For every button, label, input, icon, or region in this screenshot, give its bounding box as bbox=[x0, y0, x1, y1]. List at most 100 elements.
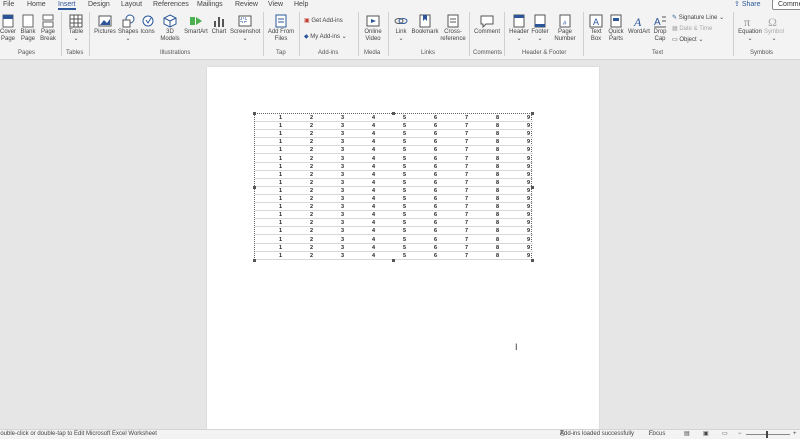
date-time-button[interactable]: ▦ Date & Time bbox=[672, 26, 712, 33]
bookmark-button[interactable]: Bookmark bbox=[411, 14, 439, 36]
tab-file[interactable]: File bbox=[3, 0, 14, 10]
pictures-button[interactable]: Pictures bbox=[93, 14, 117, 36]
object-button[interactable]: ▭ Object ⌄ bbox=[672, 37, 703, 44]
chevron-down-icon: ⌄ bbox=[125, 36, 131, 42]
table-cell: 3 bbox=[341, 131, 345, 138]
tab-insert[interactable]: Insert bbox=[58, 0, 76, 10]
embedded-excel-worksheet[interactable]: 1 2 3 4 5 6 7 8 9 1 2 3 4 5 6 7 8 9 1 2 3 4 5 6 7 8 9 1 2 3 4 5 6 7 8 9 1 2 3 4… bbox=[253, 112, 534, 262]
shapes-button[interactable]: Shapes ⌄ bbox=[118, 14, 138, 43]
footer-button[interactable]: Footer ⌄ bbox=[530, 14, 550, 43]
resize-handle[interactable] bbox=[392, 259, 395, 262]
wordart-button[interactable]: A WordArt bbox=[627, 14, 651, 36]
table-cell: 6 bbox=[434, 179, 438, 186]
share-button[interactable]: ⇪ Share bbox=[734, 0, 761, 10]
tab-home[interactable]: Home bbox=[27, 0, 46, 10]
tab-review[interactable]: Review bbox=[235, 0, 258, 10]
my-addins-button[interactable]: ◆ My Add-ins ⌄ bbox=[304, 34, 347, 41]
comment-button[interactable]: Comment bbox=[472, 14, 502, 36]
smartart-button[interactable]: SmartArt bbox=[184, 14, 208, 36]
get-addins-button[interactable]: ▣ Get Add-ins bbox=[304, 18, 343, 25]
tab-layout[interactable]: Layout bbox=[121, 0, 142, 10]
header-button[interactable]: Header ⌄ bbox=[508, 14, 530, 43]
web-layout-icon[interactable]: ▭ bbox=[722, 430, 728, 439]
comments-button[interactable]: Comme bbox=[772, 0, 800, 10]
table-cell: 4 bbox=[372, 179, 376, 186]
link-button[interactable]: Link ⌄ bbox=[392, 14, 410, 43]
table-cell: 3 bbox=[341, 123, 345, 130]
table-row: 1 2 3 4 5 6 7 8 9 bbox=[255, 227, 533, 236]
zoom-slider-thumb[interactable] bbox=[766, 431, 768, 438]
resize-handle[interactable] bbox=[253, 186, 256, 189]
table-row: 1 2 3 4 5 6 7 8 9 bbox=[255, 187, 533, 195]
table-cell: 2 bbox=[310, 196, 314, 202]
resize-handle[interactable] bbox=[531, 259, 534, 262]
table-cell: 9 bbox=[527, 155, 531, 162]
screenshot-button[interactable]: Screenshot ⌄ bbox=[230, 14, 260, 43]
table-cell: 3 bbox=[341, 252, 345, 259]
drop-cap-button[interactable]: A Drop Cap bbox=[651, 14, 669, 43]
text-box-button[interactable]: A Text Box bbox=[587, 14, 605, 43]
cube-icon bbox=[163, 14, 177, 28]
resize-handle[interactable] bbox=[392, 112, 395, 115]
tab-design[interactable]: Design bbox=[88, 0, 110, 10]
smartart-icon bbox=[190, 17, 202, 25]
online-video-button[interactable]: Online Video bbox=[362, 14, 384, 43]
table-cell: 7 bbox=[465, 220, 469, 227]
page-break-button[interactable]: Page Break bbox=[40, 14, 56, 43]
table-cell: 2 bbox=[310, 187, 314, 194]
table-cell: 5 bbox=[403, 196, 407, 202]
table-cell: 4 bbox=[372, 147, 376, 154]
resize-handle[interactable] bbox=[531, 186, 534, 189]
share-label: Share bbox=[741, 1, 761, 8]
chart-button[interactable]: Chart bbox=[210, 14, 228, 36]
equation-button[interactable]: π Equation ⌄ bbox=[737, 14, 763, 43]
online-label: Online bbox=[364, 29, 382, 35]
zoom-out-button[interactable]: − bbox=[738, 430, 742, 439]
table-button[interactable]: Table ⌄ bbox=[67, 14, 85, 43]
document-page[interactable]: 1 2 3 4 5 6 7 8 9 1 2 3 4 5 6 7 8 9 1 2 3 4 5 6 7 8 9 1 2 3 4 5 6 7 8 9 1 2 3 4… bbox=[207, 67, 599, 429]
table-cell: 5 bbox=[403, 187, 407, 194]
zoom-in-button[interactable]: + bbox=[793, 430, 797, 439]
table-row: 1 2 3 4 5 6 7 8 9 bbox=[255, 244, 533, 252]
table-cell: 7 bbox=[465, 171, 469, 178]
resize-handle[interactable] bbox=[253, 112, 256, 115]
add-from-files-button[interactable]: Add From Files bbox=[266, 14, 296, 43]
cover-page-button[interactable]: Cover Page bbox=[0, 14, 16, 43]
tab-references[interactable]: References bbox=[153, 0, 189, 10]
cross-reference-button[interactable]: Cross- reference bbox=[440, 14, 466, 43]
signature-line-button[interactable]: ✎ Signature Line ⌄ bbox=[672, 15, 724, 22]
read-mode-icon[interactable]: ▤ bbox=[684, 430, 690, 439]
page-number-button[interactable]: # Page Number bbox=[551, 14, 579, 43]
tab-help[interactable]: Help bbox=[294, 0, 308, 10]
tab-mailings[interactable]: Mailings bbox=[197, 0, 223, 10]
table-cell: 3 bbox=[341, 115, 345, 121]
group-label-tap: Tap bbox=[276, 50, 286, 56]
link-icon bbox=[394, 18, 408, 24]
table-cell: 4 bbox=[372, 204, 376, 211]
print-layout-icon[interactable]: ▣ bbox=[703, 430, 709, 439]
table-cell: 8 bbox=[496, 163, 500, 170]
table-cell: 6 bbox=[434, 252, 438, 259]
table-cell: 3 bbox=[341, 147, 345, 154]
sigline-label: Signature Line bbox=[678, 15, 718, 21]
resize-handle[interactable] bbox=[531, 112, 534, 115]
smartart-label: SmartArt bbox=[184, 29, 208, 35]
shapes-label: Shapes bbox=[118, 29, 139, 35]
tab-view[interactable]: View bbox=[268, 0, 283, 10]
3d-models-button[interactable]: 3D Models bbox=[158, 14, 182, 43]
table-cell: 1 bbox=[279, 123, 283, 130]
quick-parts-button[interactable]: Quick Parts bbox=[606, 14, 626, 43]
icons-button[interactable]: Icons bbox=[139, 14, 156, 36]
table-cell: 9 bbox=[527, 196, 531, 202]
models-label: 3D bbox=[166, 29, 174, 35]
equation-label: Equation bbox=[738, 29, 762, 35]
resize-handle[interactable] bbox=[253, 259, 256, 262]
blank-page-button[interactable]: Blank Page bbox=[20, 14, 36, 43]
symbol-button[interactable]: Ω Symbol ⌄ bbox=[763, 14, 785, 43]
table-cell: 4 bbox=[372, 228, 376, 235]
comment-label: Comment bbox=[473, 29, 500, 35]
table-cell: 2 bbox=[310, 139, 314, 146]
table-cell: 8 bbox=[496, 228, 500, 235]
zoom-slider[interactable] bbox=[746, 434, 790, 435]
table-cell: 9 bbox=[527, 171, 531, 178]
